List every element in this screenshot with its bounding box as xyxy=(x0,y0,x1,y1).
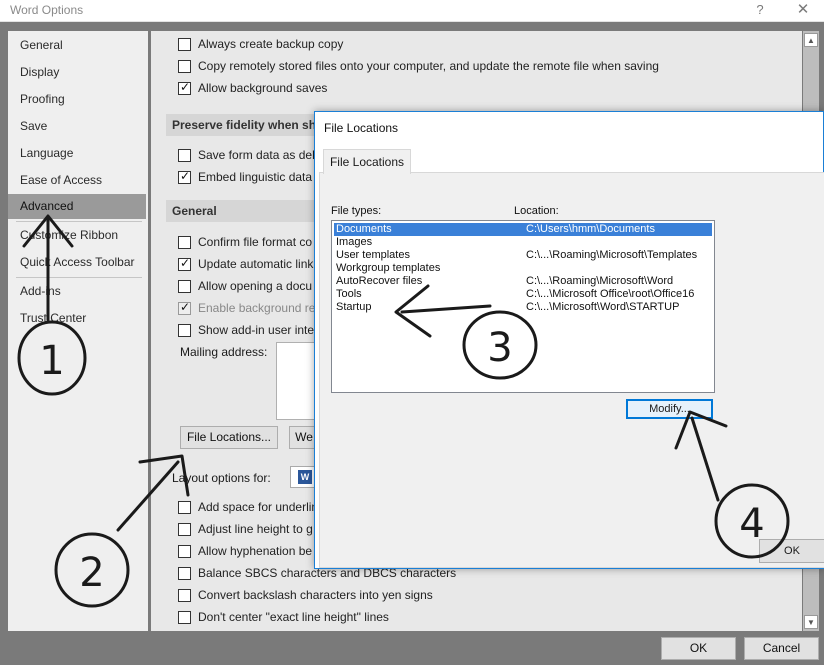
list-item-workgroup-templates[interactable]: Workgroup templates xyxy=(334,262,712,275)
help-icon[interactable]: ? xyxy=(752,0,768,20)
window-title: Word Options xyxy=(10,3,84,17)
file-locations-list[interactable]: Documents C:\Users\hmm\Documents Images U… xyxy=(331,220,715,393)
checkbox[interactable] xyxy=(178,169,191,184)
option-allow-hyphenation[interactable]: Allow hyphenation be xyxy=(178,542,312,560)
location-header: Location: xyxy=(514,205,559,217)
close-icon[interactable]: ✕ xyxy=(795,0,811,20)
checkbox[interactable] xyxy=(178,37,191,51)
sidebar-item-ease-of-access[interactable]: Ease of Access xyxy=(8,168,146,193)
checkbox[interactable] xyxy=(178,566,191,580)
option-allow-opening-document[interactable]: Allow opening a docu xyxy=(178,277,312,295)
checkbox[interactable] xyxy=(178,323,191,337)
option-backup-copy[interactable]: Always create backup copy xyxy=(178,35,343,53)
sidebar-item-add-ins[interactable]: Add-ins xyxy=(8,279,146,304)
scroll-down-icon[interactable]: ▼ xyxy=(804,615,818,629)
checkbox[interactable] xyxy=(178,610,191,624)
checkbox[interactable] xyxy=(178,279,191,293)
mailing-address-label: Mailing address: xyxy=(180,345,268,359)
option-convert-backslash[interactable]: Convert backslash characters into yen si… xyxy=(178,586,433,604)
option-show-addin-errors[interactable]: Show add-in user inte xyxy=(178,321,314,339)
list-item-documents[interactable]: Documents C:\Users\hmm\Documents xyxy=(334,223,712,236)
sidebar-divider xyxy=(16,221,142,222)
file-locations-button[interactable]: File Locations... xyxy=(180,426,278,449)
list-item-startup[interactable]: Startup C:\...\Microsoft\Word\STARTUP xyxy=(334,301,712,314)
layout-options-label: Layout options for: xyxy=(172,471,271,485)
word-doc-icon: W xyxy=(298,470,312,484)
option-embed-linguistic-data[interactable]: Embed linguistic data xyxy=(178,168,312,186)
checkbox[interactable] xyxy=(178,500,191,514)
checkbox[interactable] xyxy=(178,256,191,271)
option-background-saves[interactable]: Allow background saves xyxy=(178,79,327,97)
checkbox xyxy=(178,300,191,315)
list-item-user-templates[interactable]: User templates C:\...\Roaming\Microsoft\T… xyxy=(334,249,712,262)
cancel-button[interactable]: Cancel xyxy=(744,637,819,660)
checkbox[interactable] xyxy=(178,80,191,95)
sidebar-item-language[interactable]: Language xyxy=(8,141,146,166)
list-item-autorecover-files[interactable]: AutoRecover files C:\...\Roaming\Microsof… xyxy=(334,275,712,288)
option-dont-center-line-height[interactable]: Don't center "exact line height" lines xyxy=(178,608,389,626)
sidebar-item-advanced[interactable]: Advanced xyxy=(8,194,146,219)
checkbox[interactable] xyxy=(178,588,191,602)
sidebar-item-general[interactable]: General xyxy=(8,33,146,58)
option-enable-background-repagination: Enable background re xyxy=(178,299,315,317)
file-locations-dialog: File Locations File Locations File types… xyxy=(314,111,824,569)
option-confirm-file-format[interactable]: Confirm file format co xyxy=(178,233,312,251)
list-item-tools[interactable]: Tools C:\...\Microsoft Office\root\Office… xyxy=(334,288,712,301)
sidebar-item-trust-center[interactable]: Trust Center xyxy=(8,306,146,331)
scroll-up-icon[interactable]: ▲ xyxy=(804,33,818,47)
ok-button[interactable]: OK xyxy=(661,637,736,660)
sidebar: General Display Proofing Save Language E… xyxy=(8,31,148,631)
option-update-automatic-links[interactable]: Update automatic link xyxy=(178,255,313,273)
option-copy-remote-files[interactable]: Copy remotely stored files onto your com… xyxy=(178,57,659,75)
mailing-address-field[interactable] xyxy=(276,342,316,420)
checkbox[interactable] xyxy=(178,522,191,536)
sidebar-item-customize-ribbon[interactable]: Customize Ribbon xyxy=(8,223,146,248)
sidebar-item-display[interactable]: Display xyxy=(8,60,146,85)
modify-button[interactable]: Modify... xyxy=(626,399,713,419)
sidebar-item-proofing[interactable]: Proofing xyxy=(8,87,146,112)
file-types-header: File types: xyxy=(331,205,382,217)
option-save-form-data[interactable]: Save form data as deli xyxy=(178,146,317,164)
dialog-ok-button[interactable]: OK xyxy=(759,539,824,563)
checkbox[interactable] xyxy=(178,235,191,249)
dialog-title: File Locations xyxy=(324,121,399,135)
list-item-images[interactable]: Images xyxy=(334,236,712,249)
checkbox[interactable] xyxy=(178,148,191,162)
sidebar-item-save[interactable]: Save xyxy=(8,114,146,139)
option-adjust-line-height[interactable]: Adjust line height to g xyxy=(178,520,313,538)
checkbox[interactable] xyxy=(178,59,191,73)
sidebar-item-quick-access-toolbar[interactable]: Quick Access Toolbar xyxy=(8,250,146,275)
option-add-space-underline[interactable]: Add space for underlin xyxy=(178,498,318,516)
tab-file-locations[interactable]: File Locations xyxy=(323,149,411,174)
title-bar: Word Options ? ✕ xyxy=(0,0,824,22)
sidebar-divider xyxy=(16,277,142,278)
checkbox[interactable] xyxy=(178,544,191,558)
